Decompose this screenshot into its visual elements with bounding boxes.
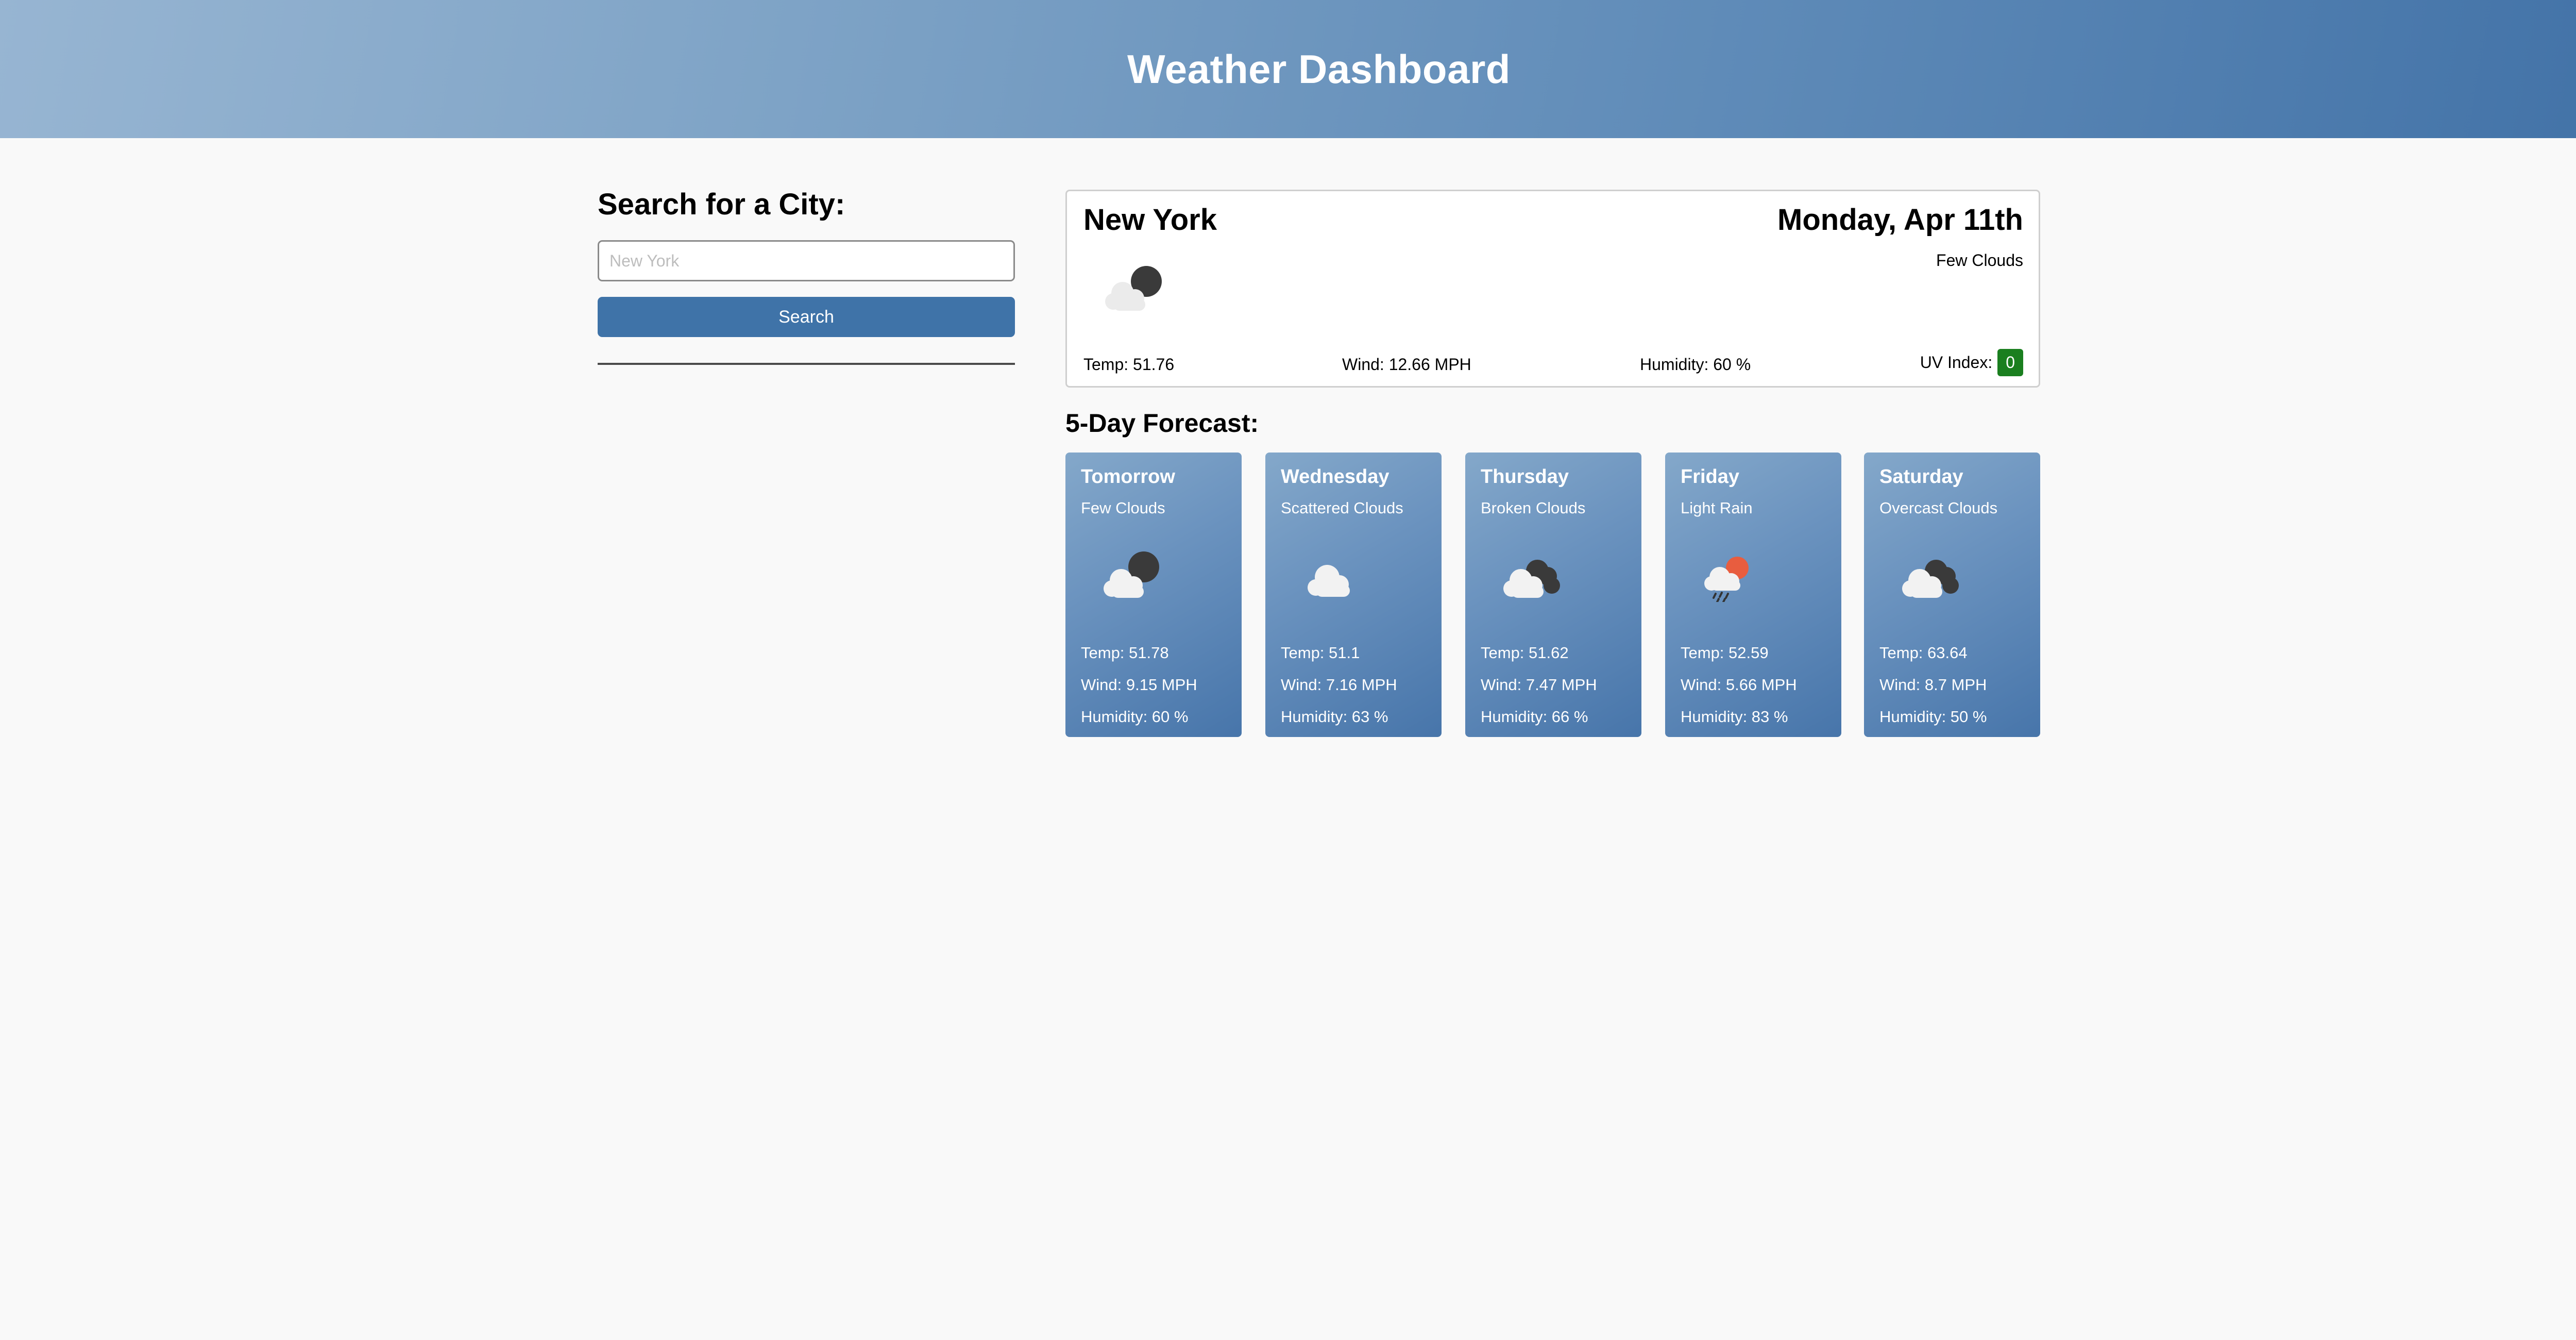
forecast-day: Saturday xyxy=(1879,466,1963,488)
forecast-temp: Temp: 51.78 xyxy=(1081,644,1169,662)
forecast-day: Friday xyxy=(1681,466,1740,488)
scattered-clouds-icon xyxy=(1296,545,1374,602)
forecast-humidity: Humidity: 83 % xyxy=(1681,708,1788,726)
forecast-list: Tomorrow Few Clouds Temp: 51.78 Wind: 9.… xyxy=(1065,453,2040,737)
forecast-card-saturday: Saturday Overcast Clouds Temp: 63.64 Win… xyxy=(1864,453,2040,737)
forecast-card-tomorrow: Tomorrow Few Clouds Temp: 51.78 Wind: 9.… xyxy=(1065,453,1242,737)
forecast-humidity: Humidity: 60 % xyxy=(1081,708,1189,726)
page-header: Weather Dashboard xyxy=(0,0,2576,138)
forecast-condition: Few Clouds xyxy=(1081,499,1165,517)
forecast-wind: Wind: 5.66 MPH xyxy=(1681,676,1797,694)
forecast-day: Tomorrow xyxy=(1081,466,1175,488)
forecast-temp: Temp: 52.59 xyxy=(1681,644,1769,662)
forecast-day: Thursday xyxy=(1481,466,1569,488)
forecast-condition: Overcast Clouds xyxy=(1879,499,1998,517)
current-description: Few Clouds xyxy=(1936,251,2023,270)
current-date: Monday, Apr 11th xyxy=(1777,203,2023,237)
forecast-humidity: Humidity: 50 % xyxy=(1879,708,1987,726)
page-title: Weather Dashboard xyxy=(1127,46,1511,92)
city-search-input[interactable] xyxy=(598,240,1015,281)
few-clouds-night-icon xyxy=(1098,258,1175,315)
overcast-clouds-icon xyxy=(1895,545,1972,602)
search-button[interactable]: Search xyxy=(598,297,1015,337)
forecast-card-wednesday: Wednesday Scattered Clouds Temp: 51.1 Wi… xyxy=(1265,453,1442,737)
current-humidity: Humidity: 60 % xyxy=(1640,355,1751,374)
current-city: New York xyxy=(1083,203,1217,237)
forecast-wind: Wind: 7.47 MPH xyxy=(1481,676,1597,694)
search-divider xyxy=(598,363,1015,365)
search-sidebar: Search for a City: Search xyxy=(598,186,1015,365)
light-rain-icon xyxy=(1696,545,1773,603)
forecast-card-friday: Friday Light Rain Temp: 52.59 Wind: 5.66… xyxy=(1665,453,1841,737)
uv-index-label: UV Index: xyxy=(1920,353,1993,372)
search-heading: Search for a City: xyxy=(598,188,845,221)
forecast-temp: Temp: 51.1 xyxy=(1281,644,1360,662)
forecast-wind: Wind: 9.15 MPH xyxy=(1081,676,1197,694)
current-weather-card: New York Monday, Apr 11th Few Clouds Tem… xyxy=(1065,190,2040,388)
forecast-card-thursday: Thursday Broken Clouds Temp: 51.62 Wind:… xyxy=(1465,453,1641,737)
forecast-condition: Broken Clouds xyxy=(1481,499,1586,517)
forecast-condition: Scattered Clouds xyxy=(1281,499,1403,517)
forecast-wind: Wind: 7.16 MPH xyxy=(1281,676,1397,694)
forecast-humidity: Humidity: 66 % xyxy=(1481,708,1588,726)
forecast-temp: Temp: 63.64 xyxy=(1879,644,1968,662)
broken-clouds-icon xyxy=(1496,545,1573,602)
current-temp: Temp: 51.76 xyxy=(1083,355,1175,374)
forecast-wind: Wind: 8.7 MPH xyxy=(1879,676,1987,694)
uv-index: UV Index: 0 xyxy=(1920,349,2023,376)
current-wind: Wind: 12.66 MPH xyxy=(1342,355,1471,374)
forecast-condition: Light Rain xyxy=(1681,499,1753,517)
forecast-day: Wednesday xyxy=(1281,466,1389,488)
few-clouds-night-icon xyxy=(1096,545,1174,602)
forecast-title: 5-Day Forecast: xyxy=(1065,409,1259,438)
forecast-temp: Temp: 51.62 xyxy=(1481,644,1569,662)
uv-index-badge: 0 xyxy=(1997,349,2023,376)
forecast-humidity: Humidity: 63 % xyxy=(1281,708,1388,726)
